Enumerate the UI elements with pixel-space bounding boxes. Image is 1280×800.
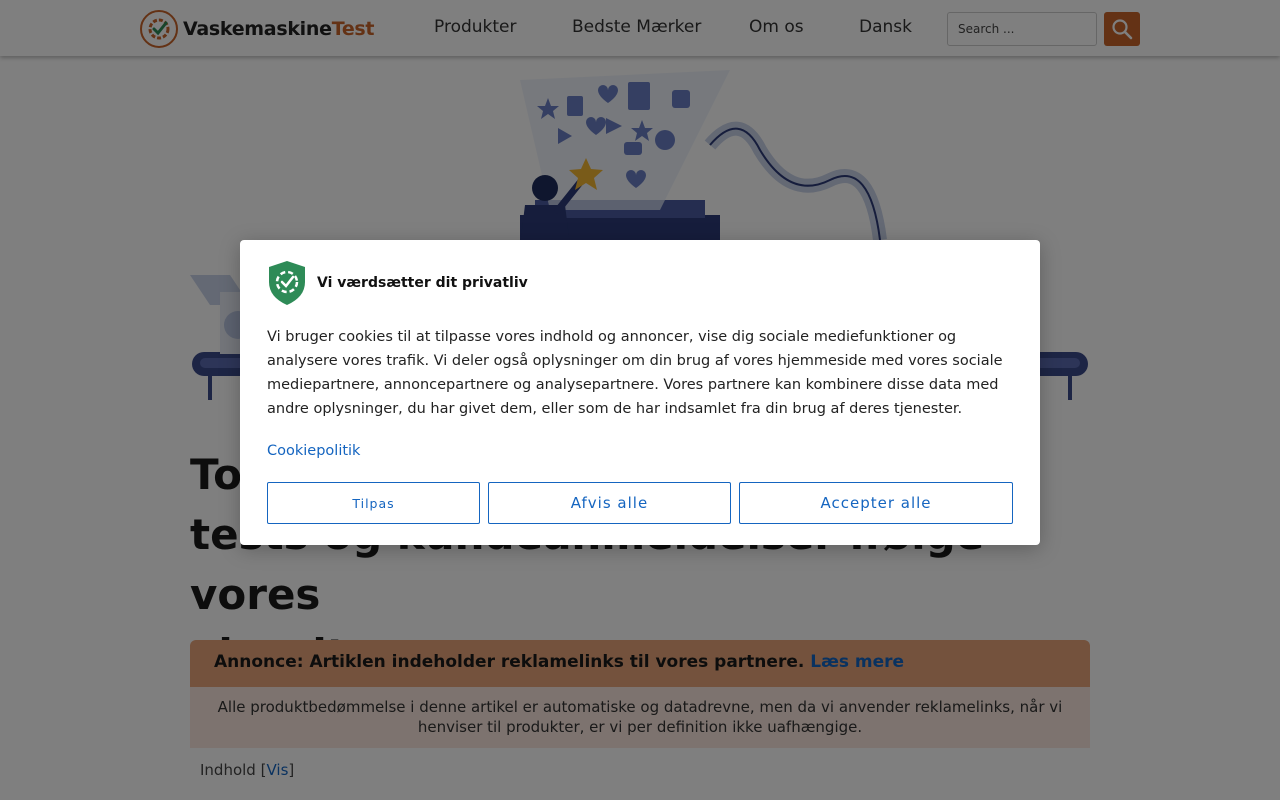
cookie-consent-dialog: Vi værdsætter dit privatliv Vi bruger co…	[240, 240, 1040, 545]
dialog-title: Vi værdsætter dit privatliv	[317, 275, 528, 291]
privacy-shield-icon	[267, 260, 307, 306]
reject-all-button[interactable]: Afvis alle	[488, 482, 731, 524]
cookie-policy-link[interactable]: Cookiepolitik	[267, 443, 360, 459]
accept-all-button[interactable]: Accepter alle	[739, 482, 1013, 524]
dialog-body-text: Vi bruger cookies til at tilpasse vores …	[267, 329, 1003, 417]
customize-button[interactable]: Tilpas	[267, 482, 480, 524]
